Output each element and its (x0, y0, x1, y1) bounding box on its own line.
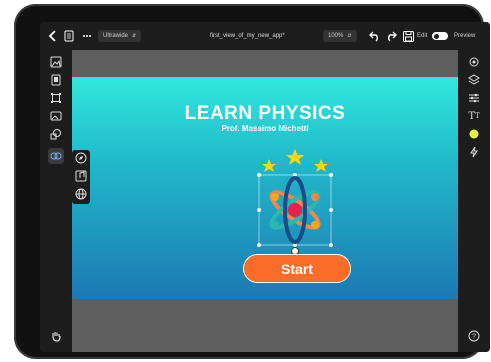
left-toolbar (40, 50, 72, 352)
star-icon (286, 149, 304, 165)
start-button[interactable]: Start (243, 254, 351, 283)
link-icon[interactable] (48, 148, 64, 164)
settings-icon[interactable] (466, 54, 482, 70)
preview-label: Preview (454, 33, 476, 39)
layers-icon[interactable] (466, 72, 482, 88)
page-title[interactable]: LEARN PHYSICS (72, 103, 458, 125)
sliders-icon[interactable] (466, 90, 482, 106)
more-dots-icon[interactable] (80, 29, 94, 43)
music-icon[interactable] (75, 170, 87, 182)
text-icon[interactable]: TT (466, 108, 482, 124)
top-toolbar: Ultrawide ⇵ first_view_of_my_new_app* 10… (40, 22, 490, 50)
gallery-icon[interactable] (48, 108, 64, 124)
globe-icon[interactable] (75, 188, 87, 200)
device-icon[interactable] (48, 72, 64, 88)
zoom-selector[interactable]: 100% ⇵ (323, 30, 357, 42)
device-label: Ultrawide (103, 33, 129, 39)
tablet-frame: Ultrawide ⇵ first_view_of_my_new_app* 10… (14, 4, 490, 359)
help-icon[interactable]: ? (466, 328, 482, 344)
shapes-icon[interactable] (48, 126, 64, 142)
bolt-icon[interactable] (466, 144, 482, 160)
page-subtitle[interactable]: Prof. Massimo Michetti (72, 124, 458, 133)
artboard[interactable]: LEARN PHYSICS Prof. Massimo Michetti Sta… (72, 77, 458, 299)
save-icon[interactable] (401, 29, 415, 43)
edit-label: Edit (417, 33, 428, 39)
edit-preview-toggle[interactable] (432, 32, 448, 40)
link-flyout-menu (72, 150, 90, 204)
image-icon[interactable] (48, 54, 64, 70)
star-icon (314, 159, 328, 172)
atom-illustration[interactable] (255, 147, 335, 247)
right-toolbar: TT ? (458, 50, 490, 352)
app-screen: Ultrawide ⇵ first_view_of_my_new_app* 10… (40, 22, 490, 352)
document-icon[interactable] (62, 29, 76, 43)
stepper-icon: ⇵ (347, 33, 352, 39)
star-icon (262, 159, 276, 172)
svg-text:?: ? (472, 334, 476, 341)
chevron-left-icon[interactable] (46, 29, 60, 43)
file-name[interactable]: first_view_of_my_new_app* (210, 30, 285, 42)
color-dot-icon[interactable] (466, 126, 482, 142)
hand-icon[interactable] (48, 328, 64, 344)
stepper-icon: ⇵ (132, 33, 137, 39)
frame-icon[interactable] (48, 90, 64, 106)
zoom-label: 100% (328, 33, 344, 39)
compass-icon[interactable] (75, 152, 87, 164)
device-selector[interactable]: Ultrawide ⇵ (98, 30, 142, 42)
redo-icon[interactable] (384, 29, 398, 43)
undo-icon[interactable] (368, 29, 382, 43)
